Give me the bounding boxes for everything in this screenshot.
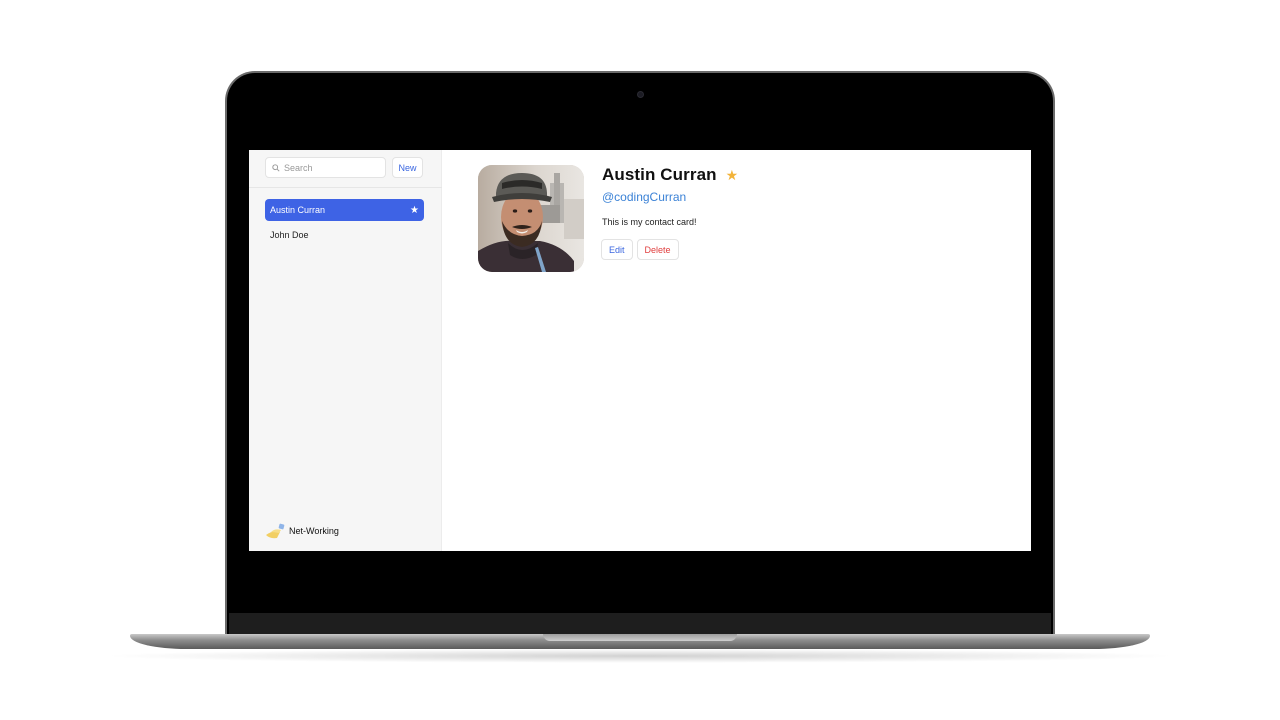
search-row: New (265, 157, 423, 180)
contact-name-heading: Austin Curran (602, 165, 717, 184)
contact-item-austin-curran[interactable]: Austin Curran ★ (265, 199, 424, 221)
search-box[interactable] (265, 157, 386, 178)
new-contact-button[interactable]: New (392, 157, 423, 178)
brand-name: Net-Working (289, 526, 339, 536)
twitter-handle-link[interactable]: @codingCurran (602, 190, 686, 204)
brand: Net-Working (265, 522, 339, 540)
laptop-shadow (100, 649, 1180, 663)
app-window: New Austin Curran ★ John Doe Net-Working (249, 150, 1031, 551)
edit-button[interactable]: Edit (601, 239, 633, 260)
contact-item-john-doe[interactable]: John Doe (265, 224, 424, 246)
laptop-chin (229, 613, 1051, 635)
contact-header: Austin Curran ★ (602, 165, 738, 185)
contact-notes: This is my contact card! (602, 217, 697, 227)
net-working-logo (266, 523, 285, 539)
search-input[interactable] (284, 162, 374, 173)
search-icon (272, 163, 280, 172)
contact-list: Austin Curran ★ John Doe (265, 199, 424, 249)
laptop-notch (543, 634, 737, 641)
favorite-star-icon[interactable]: ★ (726, 167, 739, 184)
contact-avatar (478, 165, 584, 272)
contact-name: John Doe (270, 230, 309, 240)
webcam (637, 91, 644, 98)
star-icon: ★ (410, 204, 419, 216)
delete-button[interactable]: Delete (636, 239, 679, 260)
sidebar-divider (249, 187, 442, 188)
contact-actions: Edit Delete (601, 239, 679, 260)
contact-name: Austin Curran (270, 205, 326, 215)
sidebar: New Austin Curran ★ John Doe Net-Working (249, 150, 442, 551)
